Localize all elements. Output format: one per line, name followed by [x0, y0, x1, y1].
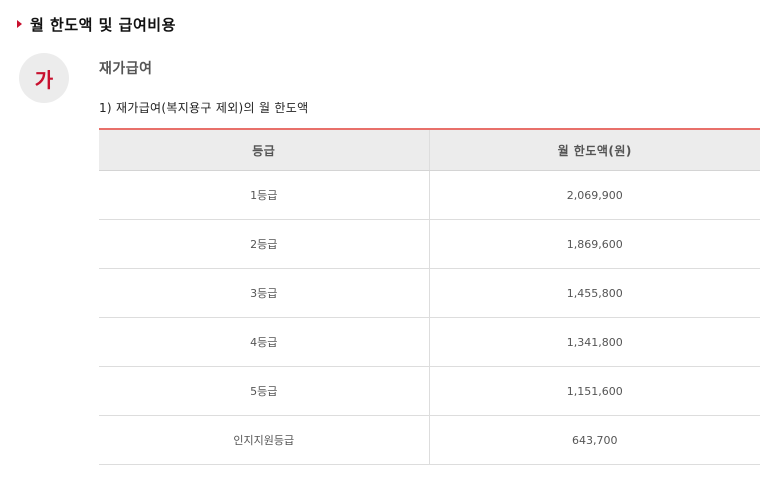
section-heading: 월 한도액 및 급여비용 — [17, 13, 176, 35]
grade-cell: 인지지원등급 — [99, 415, 429, 465]
table-header-row: 등급 월 한도액(원) — [99, 129, 760, 171]
amount-cell: 1,341,800 — [428, 317, 760, 367]
table-row: 5등급 1,151,600 — [99, 366, 760, 416]
table-row: 2등급 1,869,600 — [99, 219, 760, 269]
limit-table-container: 등급 월 한도액(원) 1등급 2,069,900 2등급 1,869,600 … — [99, 128, 760, 465]
grade-cell: 1등급 — [99, 170, 429, 220]
section-badge-label: 가 — [34, 67, 54, 92]
section-title: 재가급여 — [99, 61, 153, 77]
page-title: 월 한도액 및 급여비용 — [30, 15, 176, 34]
grade-cell: 3등급 — [99, 268, 429, 318]
table-row: 인지지원등급 643,700 — [99, 415, 760, 465]
table-caption: 1) 재가급여(복지용구 제외)의 월 한도액 — [99, 101, 309, 115]
grade-cell: 2등급 — [99, 219, 429, 269]
monthly-limit-table: 등급 월 한도액(원) 1등급 2,069,900 2등급 1,869,600 … — [99, 128, 760, 465]
table-row: 3등급 1,455,800 — [99, 268, 760, 318]
column-header-grade: 등급 — [99, 129, 429, 171]
column-header-amount: 월 한도액(원) — [428, 129, 760, 171]
table-row: 4등급 1,341,800 — [99, 317, 760, 367]
amount-cell: 643,700 — [428, 415, 760, 465]
section-badge: 가 — [19, 53, 69, 103]
triangle-right-icon — [17, 20, 22, 28]
table-row: 1등급 2,069,900 — [99, 170, 760, 220]
amount-cell: 1,455,800 — [428, 268, 760, 318]
amount-cell: 1,869,600 — [428, 219, 760, 269]
amount-cell: 1,151,600 — [428, 366, 760, 416]
grade-cell: 5등급 — [99, 366, 429, 416]
grade-cell: 4등급 — [99, 317, 429, 367]
amount-cell: 2,069,900 — [428, 170, 760, 220]
